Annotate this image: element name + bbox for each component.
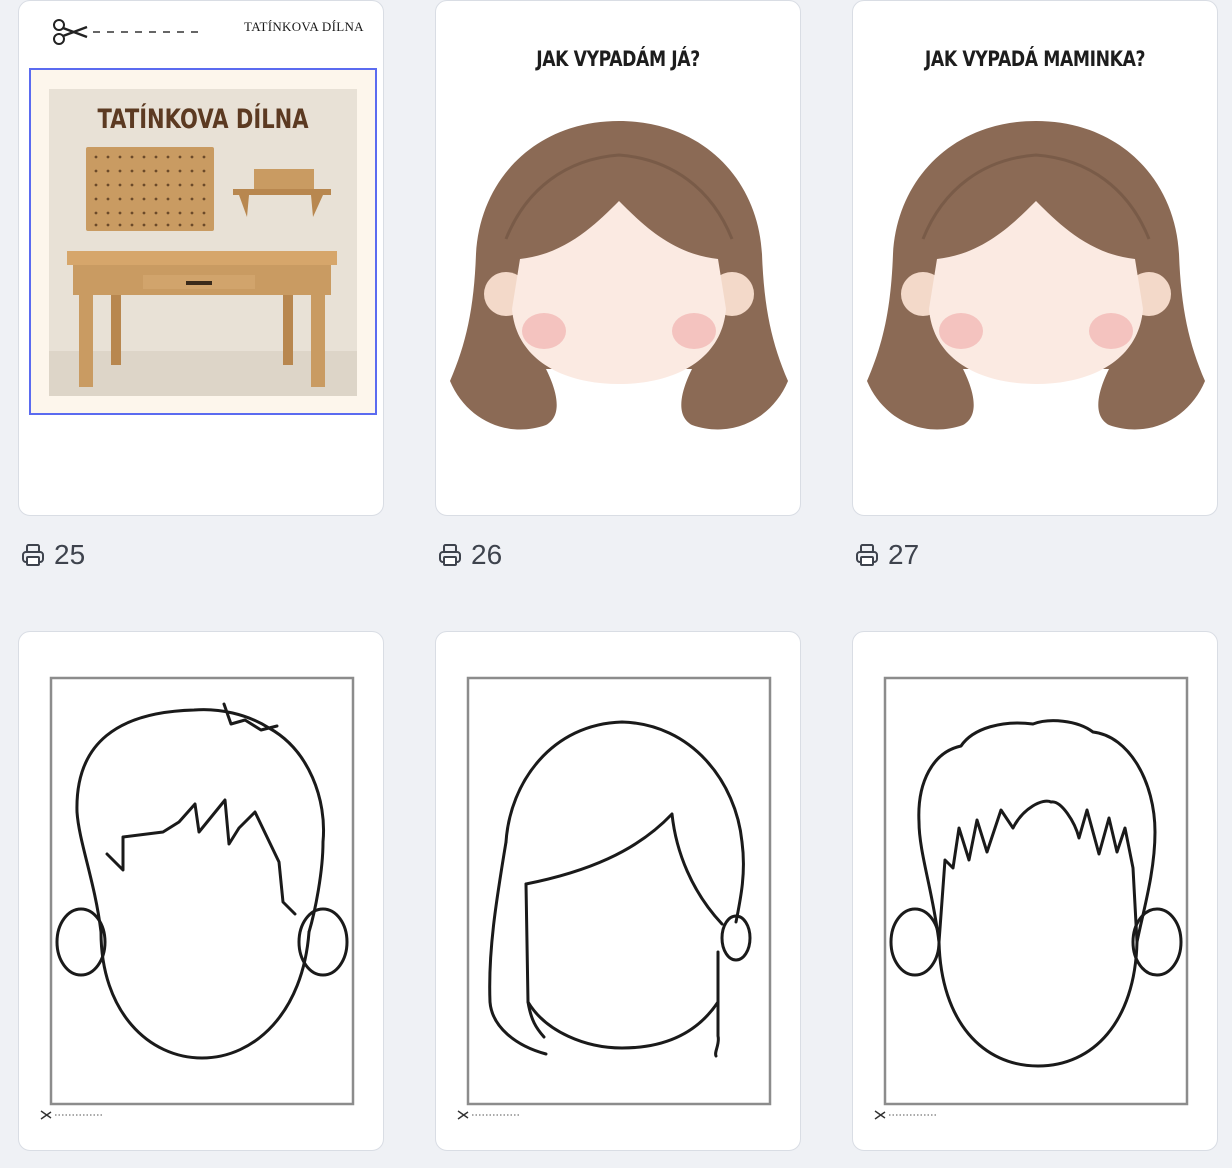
page-title: JAK VYPADÁM JÁ?	[536, 47, 700, 71]
page-number-label: 26	[471, 539, 503, 570]
brand-label: TATÍNKOVA DÍLNA	[244, 19, 364, 34]
selected-image-frame[interactable]: TATÍNKOVA DÍLNA	[29, 68, 377, 415]
printer-icon	[856, 544, 878, 566]
page-number-label: 27	[888, 539, 920, 570]
scissors-icon	[874, 1110, 937, 1120]
page-card-26[interactable]: JAK VYPADÁM JÁ?	[435, 0, 801, 516]
scissors-icon	[53, 19, 203, 45]
man-face-outline	[883, 676, 1189, 1106]
scissors-icon	[40, 1110, 103, 1120]
boy-face-outline	[49, 676, 355, 1106]
page-number-25[interactable]: 25	[20, 538, 85, 572]
page-card-girl-outline[interactable]	[435, 631, 801, 1151]
printer-icon	[22, 544, 44, 566]
girl-face-outline	[466, 676, 772, 1106]
workshop-image-title: TATÍNKOVA DÍLNA	[97, 104, 309, 135]
page-title: JAK VYPADÁ MAMINKA?	[924, 47, 1146, 71]
page-number-27[interactable]: 27	[854, 538, 919, 572]
printer-icon	[439, 544, 461, 566]
page-card-boy-outline[interactable]	[18, 631, 384, 1151]
page-card-27[interactable]: JAK VYPADÁ MAMINKA?	[852, 0, 1218, 516]
page-card-man-outline[interactable]	[852, 631, 1218, 1151]
mother-face-illustration	[867, 121, 1205, 430]
girl-face-illustration	[450, 121, 788, 430]
workshop-image	[49, 89, 357, 396]
scissors-icon	[457, 1110, 520, 1120]
page-number-26[interactable]: 26	[437, 538, 502, 572]
page-card-25[interactable]: TATÍNKOVA DÍLNA TATÍNKOVA DÍLNA	[18, 0, 384, 516]
page-number-label: 25	[54, 539, 86, 570]
